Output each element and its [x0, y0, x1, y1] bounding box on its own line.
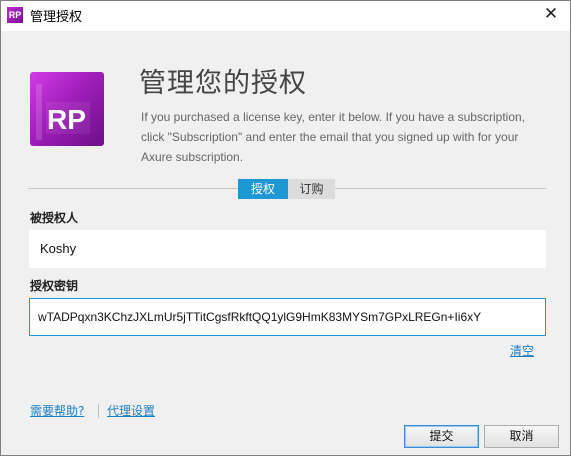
cancel-button[interactable]: 取消	[484, 425, 559, 448]
license-key-label: 授权密钥	[30, 279, 79, 293]
license-dialog: RP 管理授权 ✕ RP 管理您的授权 If you purchased a l…	[0, 0, 571, 456]
tab-subscription[interactable]: 订购	[288, 179, 335, 199]
page-description: If you purchased a license key, enter it…	[141, 110, 525, 164]
licensee-field[interactable]: Koshy	[29, 230, 546, 268]
licensee-label: 被授权人	[30, 211, 79, 225]
clear-link[interactable]: 清空	[510, 342, 534, 359]
logo-text: RP	[47, 104, 86, 135]
link-separator	[98, 404, 99, 418]
tab-license[interactable]: 授权	[238, 179, 288, 199]
window-title: 管理授权	[30, 10, 83, 25]
help-link[interactable]: 需要帮助?	[30, 402, 84, 419]
title-bar: RP 管理授权 ✕	[1, 1, 570, 31]
axure-rp-icon: RP	[7, 7, 23, 23]
license-key-field[interactable]: wTADPqxn3KChzJXLmUr5jTTitCgsfRkftQQ1ylG9…	[29, 298, 546, 336]
page-title: 管理您的授权	[139, 68, 307, 99]
submit-button[interactable]: 提交	[404, 425, 479, 448]
tab-bar: 授权 订购	[238, 179, 335, 199]
axure-rp-logo: RP	[30, 72, 104, 146]
proxy-settings-link[interactable]: 代理设置	[107, 402, 155, 419]
close-icon[interactable]: ✕	[542, 5, 560, 23]
logo-accent-bar	[36, 84, 42, 140]
